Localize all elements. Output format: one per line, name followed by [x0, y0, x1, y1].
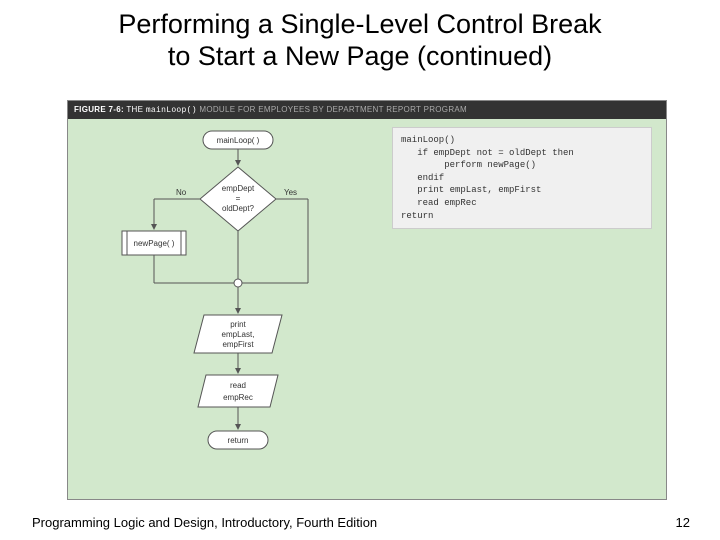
- figure-label: FIGURE 7-6:: [74, 105, 124, 114]
- flowchart-diagram: mainLoop( ) empDept = oldDept? No Yes ne…: [98, 123, 358, 493]
- flow-label-yes: Yes: [284, 188, 297, 197]
- figure-code: mainLoop(): [146, 106, 197, 115]
- footer-textbook: Programming Logic and Design, Introducto…: [32, 515, 377, 530]
- slide-title: Performing a Single-Level Control Break …: [0, 0, 720, 79]
- flow-return: return: [228, 436, 249, 445]
- flow-print-l1: print: [230, 320, 246, 329]
- title-line-2: to Start a New Page (continued): [168, 41, 552, 71]
- flow-decision-l2: =: [236, 194, 241, 203]
- pseudocode-panel: mainLoop() if empDept not = oldDept then…: [392, 127, 652, 229]
- flow-label-no: No: [176, 188, 187, 197]
- flow-read-l2: empRec: [223, 393, 253, 402]
- title-line-1: Performing a Single-Level Control Break: [118, 9, 601, 39]
- flow-print-l2: empLast,: [222, 330, 255, 339]
- flow-decision-l1: empDept: [222, 184, 255, 193]
- flow-subprocess: newPage( ): [134, 239, 175, 248]
- flow-decision-l3: oldDept?: [222, 204, 255, 213]
- flow-start: mainLoop( ): [217, 136, 260, 145]
- flow-read-l1: read: [230, 381, 246, 390]
- flow-print-l3: empFirst: [222, 340, 254, 349]
- figure-rest-caption: MODULE FOR EMPLOYEES BY DEPARTMENT REPOR…: [199, 105, 467, 114]
- figure-caption-bar: FIGURE 7-6: THE mainLoop() MODULE FOR EM…: [68, 101, 666, 119]
- figure-panel: FIGURE 7-6: THE mainLoop() MODULE FOR EM…: [67, 100, 667, 500]
- page-number: 12: [676, 515, 690, 530]
